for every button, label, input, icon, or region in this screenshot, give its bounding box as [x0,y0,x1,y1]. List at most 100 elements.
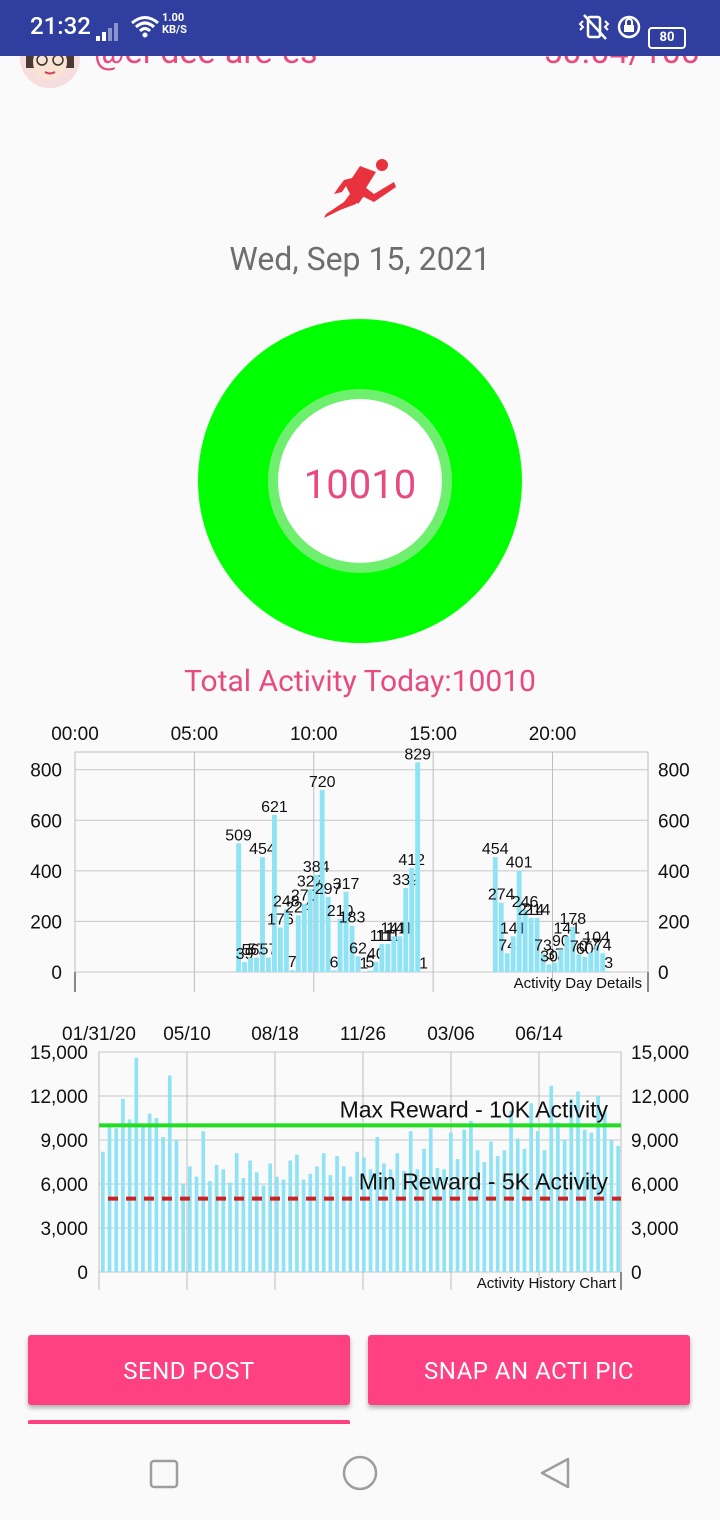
y-tick-label-left: 600 [30,811,62,832]
y-tick-label-left: 3,000 [40,1219,88,1240]
vibrate-icon [578,14,610,40]
bar [328,1175,333,1272]
bar [385,943,391,972]
data-label: 454 [482,841,509,858]
ring-count: 10010 [303,461,417,508]
data-label: 141 [500,920,527,937]
bar [266,957,271,972]
wifi-icon [131,16,159,38]
data-label: 317 [333,876,360,893]
bar [552,962,558,972]
bar [582,956,588,972]
bar [343,891,349,972]
avatar-image [20,56,80,88]
user-score: 50.04/100 [543,56,700,72]
x-tick-label: 10:00 [290,724,338,745]
recents-icon[interactable] [149,1459,179,1489]
bar [589,1132,594,1272]
network-speed-unit: KB/S [162,23,187,36]
bar [315,1166,319,1272]
bar [242,962,248,972]
bar [194,1176,199,1272]
y-tick-label-right: 600 [658,811,690,832]
y-tick-label-right: 6,000 [631,1175,679,1196]
bar [254,1172,259,1272]
bar [449,1132,453,1272]
bar [281,1179,286,1272]
back-icon[interactable] [538,1456,572,1490]
max-reward-label: Max Reward - 10K Activity [340,1096,609,1122]
bar [101,1151,105,1272]
bar [348,1176,353,1272]
bar [462,1129,467,1272]
y-tick-label-right: 3,000 [631,1219,679,1240]
data-label: 1 [419,956,428,973]
data-label: 384 [303,859,330,876]
bar [397,936,403,972]
rotation-lock-icon [617,15,641,39]
bar [564,936,570,972]
bar [403,888,409,972]
y-tick-label-right: 12,000 [631,1087,689,1108]
bar [616,1145,620,1272]
activity-day-chart: 0 0 200 200 400 400 600 600 800 800 00:00 05:00 10:0… [30,724,690,992]
y-tick-label-left: 200 [30,912,62,933]
activity-date: Wed, Sep 15, 2021 [229,240,491,278]
avatar[interactable] [20,56,80,88]
data-label: 829 [404,746,431,763]
data-label: 178 [560,911,587,928]
bar [516,870,522,972]
bar [167,1075,172,1272]
nav-bar [0,1424,720,1520]
bar [295,1154,299,1272]
bar [415,762,421,972]
bar [522,1148,527,1272]
bar [528,917,534,972]
x-tick-label: 06/14 [515,1024,563,1045]
bar [308,1173,313,1272]
bar [582,1129,587,1272]
runner-icon [324,159,396,218]
x-tick-label: 11/26 [340,1024,386,1045]
x-tick-label: 01/31/20 [62,1024,136,1045]
bar [188,1166,192,1272]
y-tick-label-left: 9,000 [40,1131,88,1152]
bar [161,1137,165,1272]
bar [214,1164,219,1272]
bar [321,1153,326,1272]
network-speed: 1.00 KB/S [162,12,187,36]
x-tick-label: 08/18 [251,1024,299,1045]
bar [234,1153,239,1272]
bar [277,927,283,972]
bar [469,1120,473,1272]
vibrate-and-lock-icons [578,14,641,40]
data-label: 274 [488,887,515,904]
bar [546,964,552,972]
x-tick-label: 15:00 [409,724,457,745]
bar [201,1131,206,1272]
y-tick-label-right: 15,000 [631,1043,689,1064]
data-label: 3 [604,955,613,972]
data-label: 332 [392,872,419,889]
bar [588,952,594,972]
snap-acti-pic-button[interactable]: SNAP AN ACTI PIC [368,1335,690,1405]
home-icon[interactable] [341,1454,379,1492]
user-handle[interactable]: @el-dee-are-es [94,56,318,72]
bar [335,1156,339,1272]
data-label: 74 [594,937,612,954]
bar [562,1140,567,1272]
profile-header: @el-dee-are-es 50.04/100 [0,56,720,96]
bar [288,1160,293,1272]
bar [261,1185,266,1272]
bar [147,1113,152,1272]
send-post-button[interactable]: SEND POST [28,1335,350,1405]
data-label: 720 [309,774,336,791]
y-tick-label-left: 800 [30,761,62,782]
bar [248,957,253,972]
data-label: 621 [261,799,288,816]
bar [536,1131,540,1272]
y-tick-label-left: 0 [51,963,62,984]
y-tick-label-right: 0 [631,1263,642,1284]
bar [295,915,301,972]
y-tick-label-right: 400 [658,862,690,883]
